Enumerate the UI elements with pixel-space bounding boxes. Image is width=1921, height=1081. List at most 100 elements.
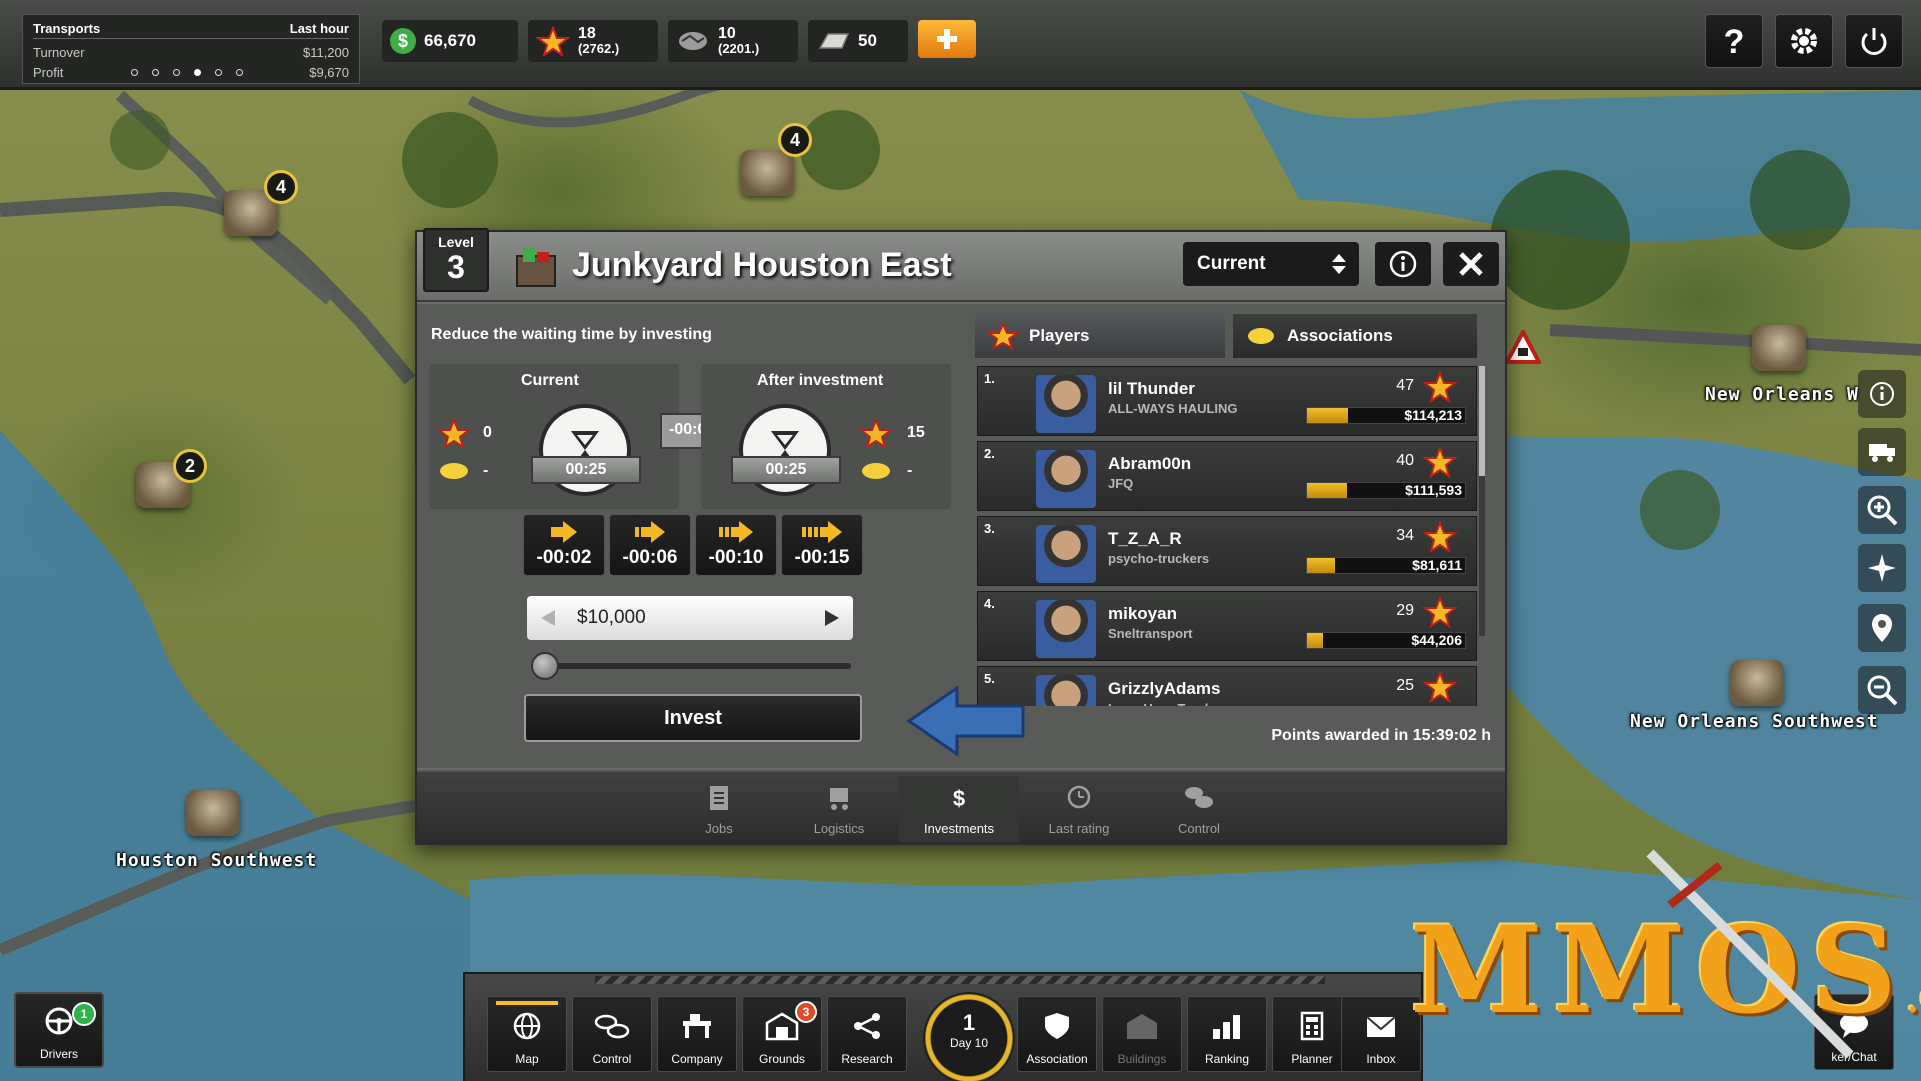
level-value: 3 — [447, 249, 465, 285]
association-display[interactable]: 10 (2201.) — [668, 20, 798, 62]
turnover-value: $11,200 — [302, 45, 349, 60]
tab-logistics[interactable]: Logistics — [779, 776, 899, 842]
player-turnover: $44,206 — [1411, 632, 1462, 648]
truck-view-button[interactable] — [1858, 428, 1906, 476]
city-label-new-orleans-w[interactable]: New Orleans W — [1705, 384, 1859, 405]
nav-label: Inbox — [1366, 1052, 1396, 1066]
svg-text:$: $ — [398, 31, 408, 51]
stats-title: Transports — [33, 21, 101, 36]
player-name[interactable]: Abram00n — [1108, 454, 1191, 474]
player-name[interactable]: T_Z_A_R — [1108, 529, 1182, 549]
ranking-row[interactable]: 5.GrizzlyAdamsLong Horn Trucks25$33,459 — [977, 666, 1477, 706]
rank-number: 5. — [984, 671, 995, 686]
location-button[interactable] — [1858, 604, 1906, 652]
compass-button[interactable] — [1858, 544, 1906, 592]
player-name[interactable]: lil Thunder — [1108, 379, 1195, 399]
transport-stats-panel[interactable]: Transports Last hour Turnover $11,200 Pr… — [22, 14, 360, 84]
close-button[interactable] — [1443, 242, 1499, 286]
info-icon — [1870, 382, 1894, 406]
ranking-row[interactable]: 3. T_Z_A_R psycho-truckers 34 $81,611 — [977, 516, 1477, 586]
star-icon — [1422, 521, 1458, 553]
nav-label: Ranking — [1204, 1052, 1250, 1066]
info-map-button[interactable] — [1858, 370, 1906, 418]
stars-display[interactable]: 18 (2762.) — [528, 20, 658, 62]
stats-page-dots[interactable] — [131, 69, 243, 76]
control-icon — [594, 1014, 630, 1039]
nav-buildings[interactable]: Buildings — [1102, 996, 1182, 1072]
svg-text:$: $ — [953, 786, 965, 811]
depot-count-badge: 4 — [778, 123, 812, 157]
zoom-out-button[interactable] — [1858, 666, 1906, 714]
junkyard-icon — [516, 248, 556, 287]
tab-jobs[interactable]: Jobs — [659, 776, 779, 842]
nav-inbox[interactable]: Inbox — [1341, 996, 1421, 1072]
globe-icon — [513, 1012, 541, 1040]
nav-research[interactable]: Research — [827, 996, 907, 1072]
nav-planner[interactable]: Planner — [1272, 996, 1352, 1072]
tab-label: Logistics — [813, 821, 865, 836]
ranking-scrollbar[interactable] — [1479, 366, 1485, 636]
drivers-label: Drivers — [40, 1047, 78, 1061]
zoom-in-button[interactable] — [1858, 486, 1906, 534]
gold-value: 50 — [858, 31, 877, 50]
city-label-houston-southwest[interactable]: Houston Southwest — [116, 850, 317, 871]
depot-building[interactable] — [1752, 325, 1806, 371]
tab-label: Control — [1178, 821, 1220, 836]
plus-icon — [937, 29, 957, 49]
player-ranking-list[interactable]: 1. lil Thunder ALL-WAYS HAULING 47 $114,213 2… — [417, 304, 1505, 706]
nav-map[interactable]: Map — [487, 996, 567, 1072]
gold-display[interactable]: 50 — [808, 20, 908, 62]
depot-building[interactable] — [186, 790, 240, 836]
drivers-count-badge: 1 — [72, 1002, 96, 1026]
settings-button[interactable] — [1775, 14, 1833, 68]
nav-association[interactable]: Association — [1017, 996, 1097, 1072]
player-team[interactable]: Long Horn Trucks — [1108, 701, 1219, 706]
player-team[interactable]: JFQ — [1108, 476, 1133, 491]
money-display[interactable]: $ 66,670 — [382, 20, 518, 62]
desk-icon — [683, 1014, 711, 1038]
shield-icon — [1045, 1013, 1069, 1039]
view-select[interactable]: Current — [1183, 242, 1359, 286]
nav-control[interactable]: Control — [572, 996, 652, 1072]
day-counter[interactable]: 1 Day 10 — [923, 992, 1015, 1081]
control-icon — [1185, 787, 1213, 808]
logout-button[interactable] — [1845, 14, 1903, 68]
player-name[interactable]: GrizzlyAdams — [1108, 679, 1220, 699]
player-team[interactable]: psycho-truckers — [1108, 551, 1209, 566]
bar-chart-icon — [1213, 1015, 1240, 1039]
bar-stripe — [595, 976, 1325, 984]
svg-text:?: ? — [1724, 23, 1745, 59]
depot-building[interactable] — [1730, 660, 1784, 706]
association-value: 10 — [718, 25, 736, 42]
info-button[interactable] — [1375, 242, 1431, 286]
player-points: 29 — [1396, 602, 1414, 619]
buy-premium-button[interactable] — [918, 20, 976, 58]
ranking-row[interactable]: 4. mikoyan Sneltransport 29 $44,206 — [977, 591, 1477, 661]
warning-sign-icon[interactable] — [1505, 330, 1541, 364]
player-name[interactable]: mikoyan — [1108, 604, 1177, 624]
tab-control[interactable]: Control — [1139, 776, 1259, 842]
help-button[interactable]: ? — [1705, 14, 1763, 68]
player-avatar — [1036, 450, 1096, 508]
building-icon — [1127, 1014, 1157, 1039]
ranking-row[interactable]: 1. lil Thunder ALL-WAYS HAULING 47 $114,213 — [977, 366, 1477, 436]
star-icon — [1422, 446, 1458, 478]
pointer-arrow-icon — [907, 686, 1025, 756]
day-label: Day 10 — [949, 1036, 989, 1050]
turnover-bar-fill — [1307, 633, 1323, 648]
nav-ranking[interactable]: Ranking — [1187, 996, 1267, 1072]
city-label-new-orleans-southwest[interactable]: New Orleans Southwest — [1630, 711, 1879, 732]
compass-icon — [1868, 554, 1896, 582]
day-number: 1 — [962, 1010, 976, 1035]
player-team[interactable]: ALL-WAYS HAULING — [1108, 401, 1238, 416]
nav-company[interactable]: Company — [657, 996, 737, 1072]
tab-last-rating[interactable]: Last rating — [1019, 776, 1139, 842]
depot-building[interactable] — [740, 150, 794, 196]
ranking-row[interactable]: 2. Abram00n JFQ 40 $111,593 — [977, 441, 1477, 511]
envelope-icon — [1366, 1016, 1396, 1037]
network-icon — [854, 1013, 880, 1039]
nav-grounds[interactable]: Grounds 3 — [742, 996, 822, 1072]
drivers-button[interactable]: Drivers 1 — [14, 992, 104, 1068]
tab-investments[interactable]: $ Investments — [899, 776, 1019, 842]
player-team[interactable]: Sneltransport — [1108, 626, 1193, 641]
